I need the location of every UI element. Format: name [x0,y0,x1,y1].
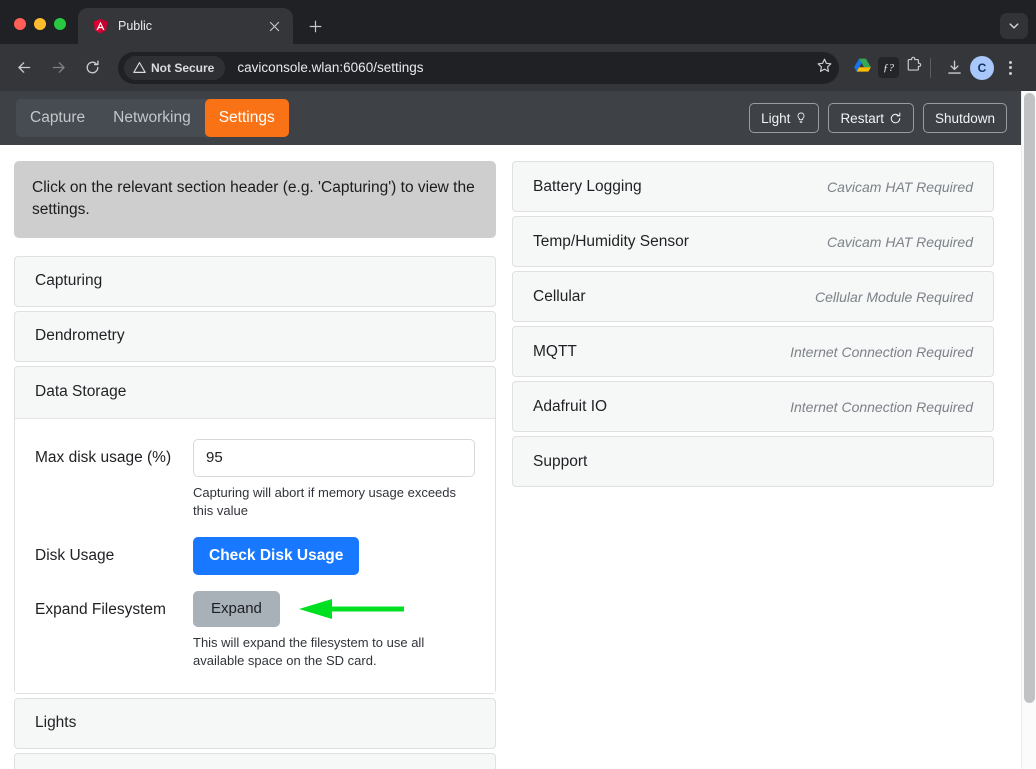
section-label: Lights [35,714,77,732]
page-scrollbar[interactable] [1021,91,1036,769]
chrome-menu-icon[interactable] [994,52,1026,84]
bookmark-star-icon[interactable] [816,57,833,79]
back-icon[interactable] [8,52,40,84]
settings-columns: Click on the relevant section header (e.… [0,145,1021,769]
section-header-battery-logging[interactable]: Battery Logging Cavicam HAT Required [512,161,994,212]
browser-toolbar: Not Secure caviconsole.wlan:6060/setting… [0,44,1036,91]
expand-filesystem-button[interactable]: Expand [193,590,280,627]
section-header-cellular[interactable]: Cellular Cellular Module Required [512,271,994,322]
profile-avatar[interactable]: C [970,55,994,80]
annotation-arrow-left [298,598,404,619]
light-button-label: Light [761,110,791,126]
app-actions: Light Restart Shutdown [749,103,1007,133]
nav-tab-networking[interactable]: Networking [99,99,205,137]
nav-tab-settings[interactable]: Settings [204,99,289,137]
address-bar[interactable]: Not Secure caviconsole.wlan:6060/setting… [118,51,839,84]
lightbulb-icon [798,112,805,123]
info-banner: Click on the relevant section header (e.… [14,161,496,238]
window-controls [0,18,78,44]
scrollbar-thumb[interactable] [1024,93,1035,703]
section-label: Cellular [533,287,586,305]
tab-strip: Public [0,0,1036,44]
minimize-window-button[interactable] [34,18,46,30]
section-label: Data Storage [35,383,127,401]
right-column: Battery Logging Cavicam HAT Required Tem… [512,161,994,491]
google-drive-icon[interactable] [853,56,872,80]
section-header-dendrometry[interactable]: Dendrometry [14,310,496,362]
section-label: MQTT [533,342,577,360]
section-label: Temp/Humidity Sensor [533,232,689,250]
section-label: Support [533,452,588,470]
nav-tab-capture[interactable]: Capture [16,99,99,137]
restart-icon [890,112,901,123]
shutdown-button[interactable]: Shutdown [922,103,1007,133]
page-viewport: Capture Networking Settings Light Restar… [0,91,1036,769]
browser-window: Public Not Secure caviconsole.wlan:6060/… [0,0,1036,769]
downloads-icon[interactable] [938,52,970,84]
status-badge: Internet Connection Required [790,343,973,360]
section-header-system[interactable]: System [14,752,496,769]
section-header-capturing[interactable]: Capturing [14,255,496,307]
section-header-data-storage[interactable]: Data Storage [15,367,495,418]
light-button[interactable]: Light [749,103,820,133]
check-disk-usage-button[interactable]: Check Disk Usage [193,536,360,575]
section-body-data-storage: Max disk usage (%) Capturing will abort … [15,417,495,693]
toolbar-divider [930,57,931,78]
puzzle-piece-icon[interactable] [905,56,923,79]
url-text: caviconsole.wlan:6060/settings [237,60,424,75]
tab-title: Public [118,19,153,33]
browser-tab[interactable]: Public [78,8,293,44]
status-badge: Cellular Module Required [815,288,973,305]
web-page: Capture Networking Settings Light Restar… [0,91,1021,769]
section-label: Adafruit IO [533,397,608,415]
field-label: Disk Usage [35,546,115,564]
field-disk-usage: Disk Usage Check Disk Usage [35,536,475,575]
status-badge: Cavicam HAT Required [826,233,973,250]
field-label: Expand Filesystem [35,600,166,618]
section-header-mqtt[interactable]: MQTT Internet Connection Required [512,326,994,377]
app-header: Capture Networking Settings Light Restar… [0,91,1021,145]
section-header-lights[interactable]: Lights [14,697,496,749]
main-nav: Capture Networking Settings [16,99,289,137]
forward-icon[interactable] [42,52,74,84]
section-data-storage: Data Storage Max disk usage (%) Capturin… [14,365,496,694]
field-label: Max disk usage (%) [35,448,172,466]
field-help-text: Capturing will abort if memory usage exc… [193,484,457,519]
section-header-support[interactable]: Support [512,436,994,487]
field-help-text: This will expand the filesystem to use a… [193,634,425,669]
left-column: Click on the relevant section header (e.… [14,161,496,769]
section-label: Dendrometry [35,327,125,345]
status-badge: Internet Connection Required [790,398,973,415]
warning-triangle-icon [133,62,146,73]
section-header-temp-humidity-sensor[interactable]: Temp/Humidity Sensor Cavicam HAT Require… [512,216,994,267]
restart-button[interactable]: Restart [828,103,914,133]
close-window-button[interactable] [14,18,26,30]
section-header-adafruit-io[interactable]: Adafruit IO Internet Connection Required [512,381,994,432]
max-disk-usage-input[interactable] [193,438,475,477]
tab-search-button[interactable] [1000,13,1028,39]
reload-icon[interactable] [76,52,108,84]
not-secure-label: Not Secure [151,60,215,75]
restart-button-label: Restart [840,110,884,126]
section-label: Capturing [35,272,103,290]
field-expand-filesystem: Expand Filesystem Expand This will expan… [35,590,475,671]
field-max-disk-usage: Max disk usage (%) Capturing will abort … [35,438,475,521]
toolbar-extensions: ƒ? C [849,52,1026,84]
not-secure-badge[interactable]: Not Secure [124,55,226,80]
angular-icon [92,18,109,35]
new-tab-button[interactable] [301,12,329,40]
extension-icon[interactable]: ƒ? [878,57,899,78]
close-icon[interactable] [265,17,283,35]
status-badge: Cavicam HAT Required [826,178,973,195]
maximize-window-button[interactable] [54,18,66,30]
section-label: Battery Logging [533,177,642,195]
